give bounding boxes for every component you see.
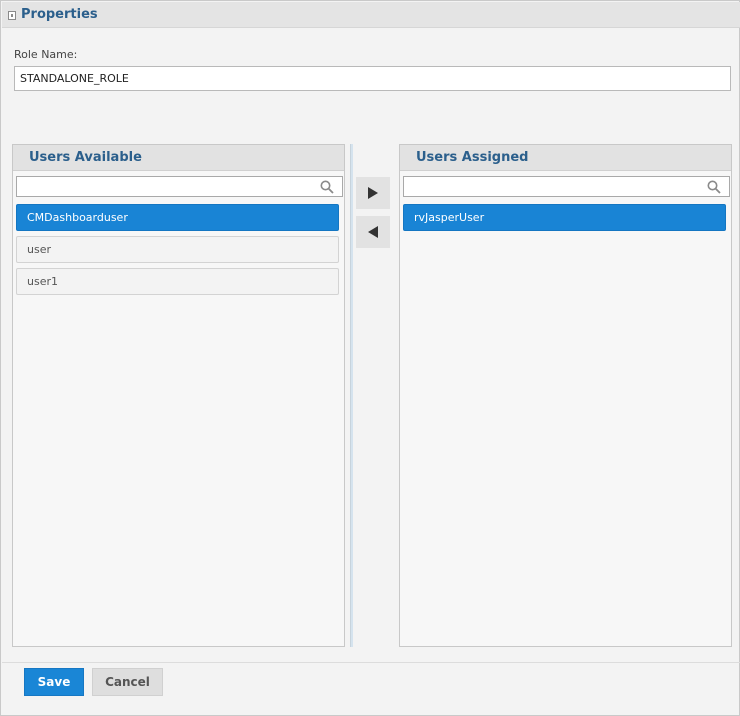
users-available-search-input[interactable] (17, 177, 307, 196)
list-item-rvjasperuser[interactable]: rvJasperUser (403, 204, 726, 231)
properties-title: Properties (21, 7, 98, 22)
properties-dialog: Properties Role Name: Users Available CM… (0, 0, 740, 716)
list-item-user1[interactable]: user1 (16, 268, 339, 295)
users-available-search[interactable] (16, 176, 343, 197)
remove-user-button[interactable] (356, 216, 390, 248)
role-name-input[interactable] (14, 66, 731, 91)
users-assigned-title: Users Assigned (400, 145, 731, 171)
search-icon[interactable] (320, 180, 334, 194)
users-available-title: Users Available (13, 145, 344, 171)
triangle-right-icon (368, 187, 378, 199)
add-user-button[interactable] (356, 177, 390, 209)
collapse-icon[interactable] (8, 11, 16, 20)
cancel-button[interactable]: Cancel (92, 668, 163, 696)
users-available-panel: Users Available CMDashboarduser user use… (12, 144, 345, 647)
list-item-cmdashboarduser[interactable]: CMDashboarduser (16, 204, 339, 231)
footer-divider (2, 662, 740, 663)
role-name-label: Role Name: (14, 48, 78, 61)
save-button[interactable]: Save (24, 668, 84, 696)
triangle-left-icon (368, 226, 378, 238)
users-assigned-panel: Users Assigned rvJasperUser (399, 144, 732, 647)
panel-splitter[interactable] (350, 144, 353, 647)
users-assigned-search[interactable] (403, 176, 730, 197)
users-assigned-search-input[interactable] (404, 177, 694, 196)
list-item-user[interactable]: user (16, 236, 339, 263)
properties-header: Properties (2, 2, 740, 28)
search-icon[interactable] (707, 180, 721, 194)
